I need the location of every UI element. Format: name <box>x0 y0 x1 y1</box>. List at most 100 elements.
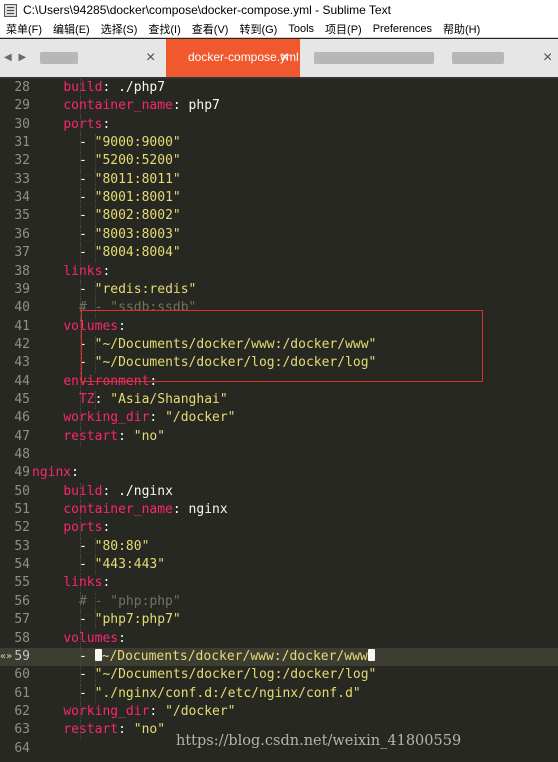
code-text: - "~/Documents/docker/www:/docker/www" <box>79 336 376 354</box>
code-token: "./nginx/conf.d:/etc/nginx/conf.d" <box>94 685 361 701</box>
code-line[interactable]: 32 - "5200:5200" <box>0 152 558 171</box>
code-line[interactable]: 45 TZ: "Asia/Shanghai" <box>0 390 558 410</box>
line-number: 29 <box>14 98 30 114</box>
tab-blurred-title[interactable] <box>452 52 504 64</box>
code-text: build: ./nginx <box>63 483 173 501</box>
menu-preferences[interactable]: Preferences <box>373 23 432 35</box>
code-line[interactable]: 31 - "9000:9000" <box>0 134 558 153</box>
line-number: 33 <box>14 171 30 187</box>
tab-close-icon[interactable]: × <box>146 48 155 68</box>
code-line[interactable]: 41 volumes: <box>0 317 558 336</box>
tab-blurred-title[interactable] <box>40 52 78 64</box>
menu-view[interactable]: 查看(V) <box>192 21 229 37</box>
code-line[interactable]: 33 - "8011:8011" <box>0 170 558 190</box>
code-text: restart: "no" <box>63 428 165 446</box>
code-line[interactable]: 34 - "8001:8001" <box>0 189 558 208</box>
code-line[interactable]: 43 - "~/Documents/docker/log:/docker/log" <box>0 354 558 373</box>
code-line[interactable]: 51 container_name: nginx <box>0 501 558 520</box>
menu-project[interactable]: 项目(P) <box>325 21 362 37</box>
code-text: - "~/Documents/docker/log:/docker/log" <box>79 666 376 684</box>
menu-selection[interactable]: 选择(S) <box>101 21 138 37</box>
code-editor[interactable]: 28 build: ./php7 29 container_name: php7 30 p… <box>0 79 558 762</box>
code-text: - "./nginx/conf.d:/etc/nginx/conf.d" <box>79 685 361 703</box>
code-line[interactable]: 52 ports: <box>0 519 558 538</box>
code-line[interactable]: 48 <box>0 446 558 464</box>
menu-find[interactable]: 查找(I) <box>148 21 180 37</box>
code-line[interactable]: 36 - "8003:8003" <box>0 225 558 245</box>
code-line[interactable]: 38 links: <box>0 262 558 281</box>
line-number: 55 <box>14 575 30 591</box>
code-token: "5200:5200" <box>94 153 181 169</box>
code-line[interactable]: 44 environment: <box>0 372 558 391</box>
code-token: # - "php:php" <box>78 593 181 609</box>
code-token: "~/Documents/docker/log:/docker/log" <box>94 355 377 371</box>
selected-quote <box>94 648 102 664</box>
code-token: "/docker" <box>165 703 236 719</box>
tab-nav-arrows-icon[interactable]: ◀ ▶ <box>4 39 28 77</box>
line-number: 44 <box>14 373 30 389</box>
code-token: "9000:9000" <box>94 135 181 151</box>
code-text: volumes: <box>63 630 126 648</box>
code-token: "8002:8002" <box>94 208 181 224</box>
code-token: build <box>63 80 103 95</box>
code-text: - "9000:9000" <box>79 134 181 152</box>
code-line[interactable]: 29 container_name: php7 <box>0 97 558 116</box>
sublime-app-icon <box>4 3 17 17</box>
code-line[interactable]: 59- ~/Documents/docker/www:/docker/www <box>0 647 558 667</box>
code-token: "8003:8003" <box>94 226 181 242</box>
code-line[interactable]: 55 links: <box>0 574 558 593</box>
code-line[interactable]: 39 - "redis:redis" <box>0 280 558 300</box>
code-line[interactable]: 56 # - "php:php" <box>0 592 558 612</box>
code-token: : <box>118 318 126 334</box>
code-token: : ./nginx <box>102 483 173 499</box>
code-line[interactable]: 50 build: ./nginx <box>0 482 558 502</box>
tab-close-icon[interactable]: × <box>543 48 552 68</box>
active-tab-close-icon[interactable]: × <box>280 48 289 68</box>
code-token: working_dir <box>63 410 150 426</box>
code-text: - "5200:5200" <box>79 152 181 170</box>
code-token: "redis:redis" <box>94 281 197 297</box>
tab-docker-compose[interactable]: docker-compose.yml × <box>166 39 300 77</box>
menu-file[interactable]: 菜单(F) <box>6 21 42 37</box>
line-number: 41 <box>14 318 30 334</box>
code-line[interactable]: 58 volumes: <box>0 629 558 648</box>
menu-help[interactable]: 帮助(H) <box>443 21 480 37</box>
code-token: : <box>102 520 111 536</box>
line-number: 42 <box>14 336 30 352</box>
code-line[interactable]: 40 # - "ssdb:ssdb" <box>0 299 558 318</box>
menu-edit[interactable]: 编辑(E) <box>53 21 90 37</box>
code-token: - <box>78 208 95 224</box>
code-token: "php7:php7" <box>94 612 181 628</box>
code-text: - "redis:redis" <box>79 281 196 299</box>
code-line[interactable]: 28 build: ./php7 <box>0 79 558 98</box>
code-text: - "443:443" <box>79 556 165 574</box>
code-line[interactable]: 35 - "8002:8002" <box>0 207 558 226</box>
code-line[interactable]: 57 - "php7:php7" <box>0 611 558 630</box>
code-line[interactable]: 42 - "~/Documents/docker/www:/docker/www" <box>0 335 558 355</box>
code-token: : <box>118 722 134 738</box>
menu-goto[interactable]: 转到(G) <box>239 21 277 37</box>
code-line[interactable]: 46 working_dir: "/docker" <box>0 409 558 428</box>
menu-tools[interactable]: Tools <box>288 23 314 35</box>
line-number: 31 <box>14 135 30 151</box>
code-text: links: <box>63 574 110 592</box>
code-line[interactable]: 61 - "./nginx/conf.d:/etc/nginx/conf.d" <box>0 684 558 703</box>
tab-blurred-title[interactable] <box>314 52 434 64</box>
code-line[interactable]: 54 - "443:443" <box>0 556 558 575</box>
code-line[interactable]: 47 restart: "no" <box>0 427 558 446</box>
code-text: - "8003:8003" <box>79 226 181 244</box>
code-line[interactable]: 49 nginx: <box>0 464 558 482</box>
code-line[interactable]: 60 - "~/Documents/docker/log:/docker/log" <box>0 666 558 685</box>
line-number: 52 <box>14 520 30 536</box>
title-bar: C:\Users\94285\docker\compose\docker-com… <box>0 0 558 20</box>
fold-marker-icon[interactable]: «» <box>0 651 12 662</box>
code-token: "no" <box>133 722 166 738</box>
code-token: "8011:8011" <box>94 171 181 187</box>
code-line[interactable]: 37 - "8004:8004" <box>0 244 558 263</box>
code-line[interactable]: 53 - "80:80" <box>0 537 558 557</box>
code-token: : ./php7 <box>102 80 166 95</box>
code-text: ports: <box>63 519 110 537</box>
code-line[interactable]: 30 ports: <box>0 115 558 135</box>
code-line[interactable]: 62 working_dir: "/docker" <box>0 702 558 722</box>
line-number: 45 <box>14 391 30 407</box>
